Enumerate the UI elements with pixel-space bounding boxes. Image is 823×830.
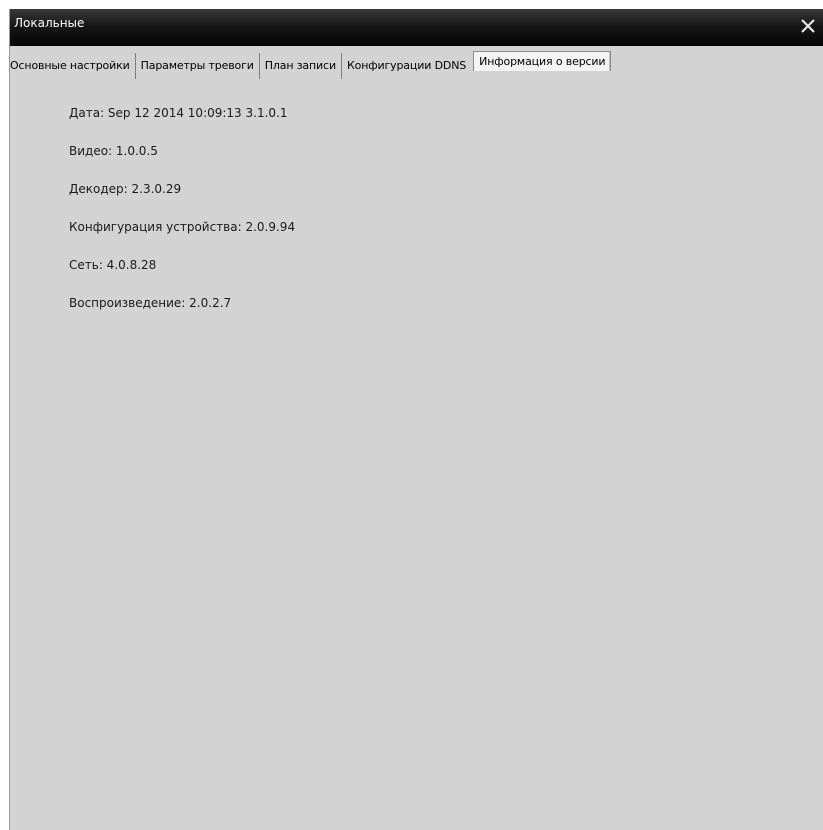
window-title: Локальные [14, 16, 85, 30]
tab-record-schedule[interactable]: План записи [260, 53, 342, 79]
title-bar: Локальные [10, 9, 823, 46]
settings-window: Локальные Основные настройки Параметры т… [9, 9, 823, 830]
close-icon[interactable] [799, 17, 817, 35]
device-config-version-line: Конфигурация устройства: 2.0.9.94 [69, 220, 296, 234]
tab-version-info[interactable]: Информация о версии [473, 51, 612, 71]
tab-basic-settings[interactable]: Основные настройки [10, 53, 136, 79]
video-version-line: Видео: 1.0.0.5 [69, 144, 158, 158]
build-date-line: Дата: Sep 12 2014 10:09:13 3.1.0.1 [69, 106, 288, 120]
tab-alarm-parameters[interactable]: Параметры тревоги [136, 53, 260, 79]
decoder-version-line: Декодер: 2.3.0.29 [69, 182, 182, 196]
playback-version-line: Воспроизведение: 2.0.2.7 [69, 296, 232, 310]
tab-strip: Основные настройки Параметры тревоги Пла… [10, 46, 823, 82]
network-version-line: Сеть: 4.0.8.28 [69, 258, 157, 272]
tab-list: Основные настройки Параметры тревоги Пла… [10, 51, 612, 79]
version-info-panel: Дата: Sep 12 2014 10:09:13 3.1.0.1 Видео… [10, 82, 823, 830]
tab-ddns-config[interactable]: Конфигурации DDNS [342, 53, 471, 79]
